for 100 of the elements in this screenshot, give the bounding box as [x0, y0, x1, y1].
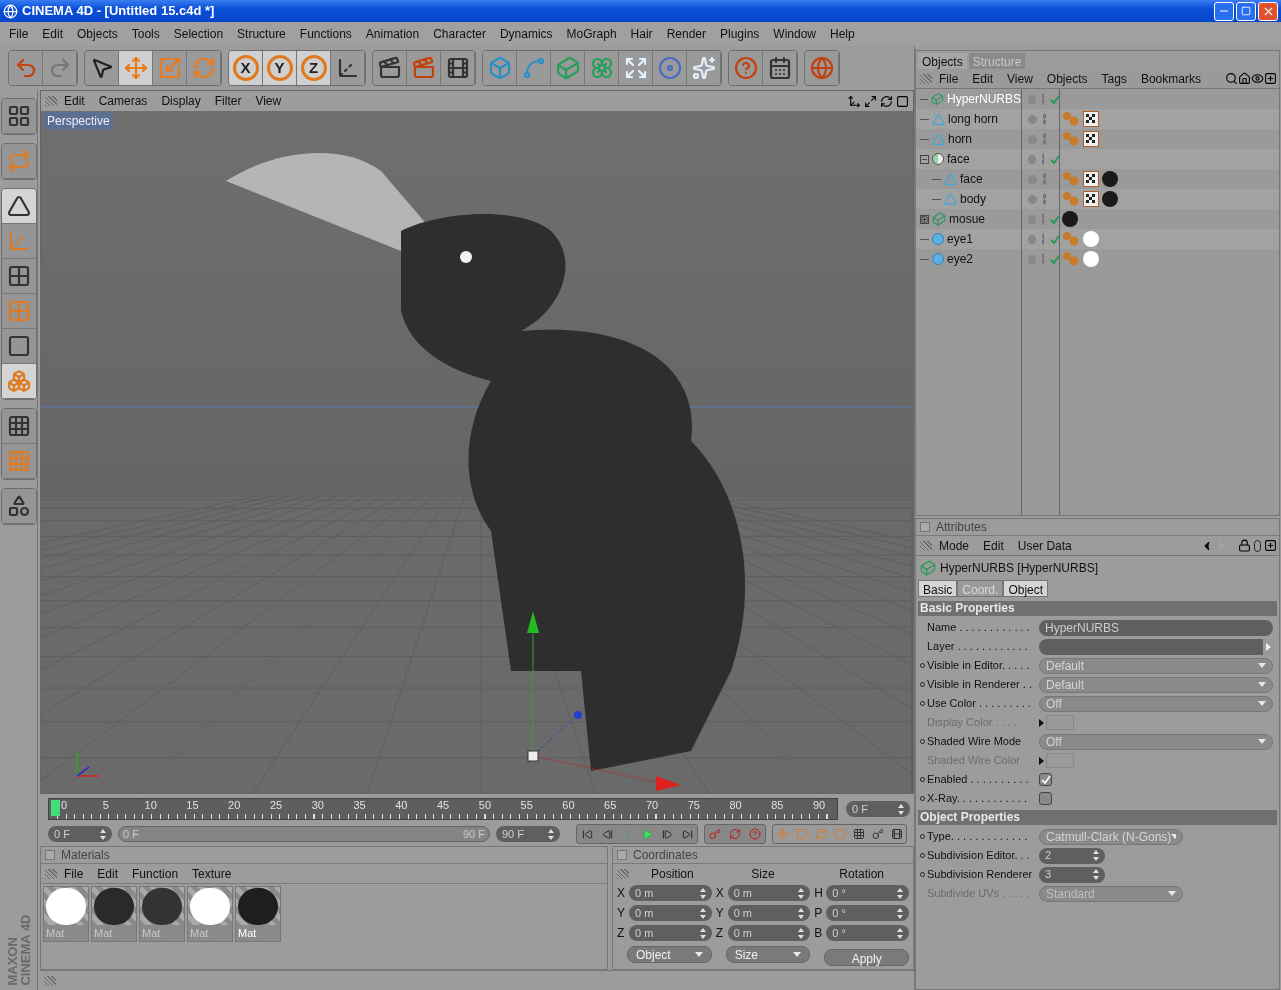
mode-button[interactable] [1, 489, 36, 524]
close-button[interactable] [1258, 1, 1278, 21]
toolbar-button[interactable] [619, 51, 653, 85]
coordinate-field[interactable]: 0 m [727, 905, 811, 921]
menu-item[interactable]: Dynamics [492, 25, 560, 43]
pan-icon[interactable] [848, 94, 861, 108]
axis-lock-button[interactable]: Y [263, 51, 297, 85]
menu-item[interactable]: MoGraph [559, 25, 624, 43]
toolbar-button[interactable] [331, 51, 365, 85]
end-frame-field[interactable]: 90 F [496, 826, 560, 842]
visibility-dots-icon[interactable] [1043, 113, 1046, 125]
menu-item[interactable]: Bookmarks [1133, 69, 1208, 88]
mode-button[interactable] [1, 189, 36, 224]
menu-item[interactable]: User Data [1010, 536, 1079, 555]
orbit-icon[interactable] [880, 94, 893, 108]
menu-item[interactable]: Display [154, 92, 208, 110]
menu-item[interactable]: Objects [1039, 69, 1095, 88]
menu-item[interactable]: Animation [358, 25, 427, 43]
menu-item[interactable]: Filter [207, 92, 249, 110]
checkbox[interactable] [1039, 792, 1052, 805]
checker-tag-icon[interactable] [1083, 191, 1099, 207]
check-icon[interactable] [1050, 214, 1059, 224]
material-tag-icon[interactable] [1102, 171, 1118, 187]
eye-icon[interactable] [1251, 72, 1264, 85]
coordinate-field[interactable]: 0 m [629, 885, 712, 901]
visibility-dots-icon[interactable] [1041, 233, 1045, 245]
mode-button[interactable] [1, 259, 36, 294]
timeline-ruler[interactable]: 0 5 10 15 20 25 30 35 40 45 50 55 60 65 70 75 80 85 90 [48, 798, 838, 820]
coordinate-field[interactable]: 0 ° [826, 905, 909, 921]
visibility-dots-icon[interactable] [1041, 253, 1045, 265]
restore-button[interactable] [1236, 1, 1256, 21]
toolbar-button[interactable] [687, 51, 721, 85]
minimize-button[interactable] [1214, 1, 1234, 21]
visibility-dots-icon[interactable] [1041, 153, 1045, 165]
menu-item[interactable]: Structure [230, 25, 293, 43]
checker-tag-icon[interactable] [1083, 131, 1099, 147]
checker-tag-icon[interactable] [1083, 171, 1099, 187]
object-name[interactable]: eye2 [947, 250, 974, 268]
name-field[interactable]: HyperNURBS [1039, 619, 1273, 636]
menu-item[interactable]: Edit [90, 864, 126, 883]
coordinate-field[interactable]: 0 m [727, 925, 811, 941]
new-panel-icon[interactable] [1264, 72, 1277, 85]
menu-item[interactable]: File [2, 25, 36, 43]
material-tag-icon[interactable] [1062, 211, 1078, 227]
coordinate-field[interactable]: 0 ° [826, 885, 909, 901]
expand-icon[interactable] [920, 214, 929, 224]
menu-item[interactable]: Help [823, 25, 862, 43]
current-frame-field[interactable]: 0 F [846, 801, 910, 817]
toolbar-button[interactable] [763, 51, 797, 85]
zoom-icon[interactable] [864, 94, 877, 108]
menu-item[interactable]: Hair [623, 25, 660, 43]
menu-item[interactable]: Texture [185, 864, 239, 883]
new-panel-icon[interactable] [1264, 539, 1277, 552]
material-swatch[interactable]: Mat [235, 886, 281, 942]
material-tag-icon[interactable] [1102, 191, 1118, 207]
toolbar-button[interactable] [85, 51, 119, 85]
axis-lock-button[interactable]: X [229, 51, 263, 85]
menu-item[interactable]: Window [766, 25, 824, 43]
menu-item[interactable]: Cameras [91, 92, 155, 110]
search-icon[interactable] [1225, 72, 1238, 85]
menu-item[interactable]: Edit [35, 25, 71, 43]
toolbar-button[interactable] [441, 51, 475, 85]
collapse-icon[interactable] [920, 154, 929, 164]
coordinate-field[interactable]: 0 ° [826, 925, 909, 941]
menu-item[interactable]: Tags [1094, 69, 1134, 88]
menu-item[interactable]: Functions [292, 25, 359, 43]
object-name[interactable]: face [960, 170, 983, 188]
menu-item[interactable]: View [1000, 69, 1040, 88]
menu-item[interactable]: Objects [70, 25, 125, 43]
mode-button[interactable] [1, 409, 36, 444]
tab[interactable]: Object [1003, 580, 1049, 597]
toolbar-button[interactable] [373, 51, 407, 85]
object-name[interactable]: mosue [949, 210, 986, 228]
arrow-button[interactable] [1263, 638, 1273, 655]
menu-item[interactable]: File [57, 864, 91, 883]
visibility-dots-icon[interactable] [1041, 213, 1045, 225]
phong-tag-icon[interactable] [1062, 251, 1080, 267]
visibility-dots-icon[interactable] [1043, 133, 1046, 145]
mode-dropdown[interactable]: Object [627, 946, 712, 963]
menu-item[interactable]: Function [125, 864, 186, 883]
mode-dropdown[interactable]: Size [725, 946, 811, 963]
menu-item[interactable]: Render [659, 25, 713, 43]
playhead-marker[interactable] [51, 800, 60, 816]
menu-item[interactable]: Edit [976, 536, 1011, 555]
menu-item[interactable]: File [932, 69, 966, 88]
lock-icon[interactable] [1238, 539, 1251, 552]
visibility-dots-icon[interactable] [1043, 173, 1046, 185]
start-frame-field[interactable]: 0 F [48, 826, 112, 842]
view-toggle-icon[interactable] [896, 94, 909, 108]
tab[interactable]: Objects [918, 53, 967, 69]
check-icon[interactable] [1050, 234, 1059, 244]
menu-item[interactable]: Plugins [713, 25, 767, 43]
visibility-dots-icon[interactable] [1041, 93, 1045, 105]
object-name[interactable]: horn [948, 130, 973, 148]
axis-lock-button[interactable]: Z [297, 51, 331, 85]
object-name[interactable]: eye1 [947, 230, 974, 248]
check-icon[interactable] [1050, 94, 1059, 104]
menu-item[interactable]: Character [426, 25, 493, 43]
coordinate-field[interactable]: 0 m [727, 885, 811, 901]
layer-field[interactable] [1039, 638, 1273, 655]
